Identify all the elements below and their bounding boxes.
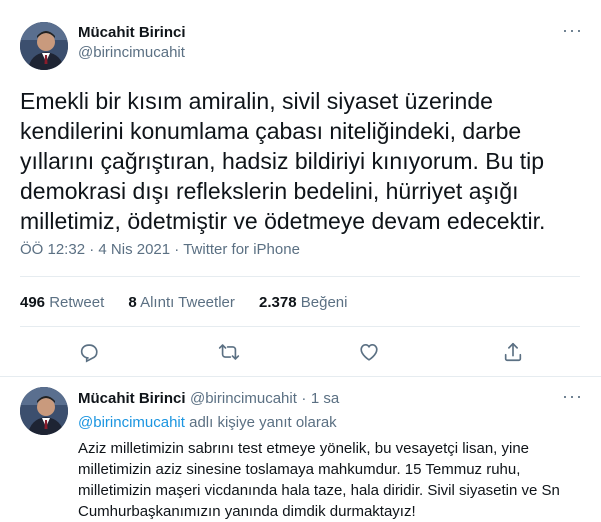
reply-text-line: milletimizin aziz sinesine toslamaya mah…	[78, 461, 521, 478]
reply-icon[interactable]	[78, 341, 100, 363]
more-options-icon[interactable]: ···	[562, 20, 583, 41]
quotes-stat[interactable]: 8 Alıntı Tweetler	[128, 294, 234, 311]
avatar-image	[20, 22, 68, 70]
tweet-text-line: kendilerini konumlama çabası niteliğinde…	[20, 118, 522, 144]
reply-avatar[interactable]	[20, 387, 68, 435]
author-handle[interactable]: @birincimucahit	[78, 44, 185, 61]
tweet-stats: 496 Retweet 8 Alıntı Tweetler 2.378 Beğe…	[20, 294, 367, 311]
quotes-count: 8	[128, 294, 137, 311]
tweet-text: Emekli bir kısım amiralin, sivil siyaset…	[20, 86, 580, 236]
meta-separator: ·	[89, 241, 95, 258]
divider	[20, 326, 580, 327]
author-name[interactable]: Mücahit Birinci	[78, 24, 186, 41]
tweet-text-line: milletimiz, ödetmiştir ve ödetmeye devam…	[20, 208, 546, 234]
replying-to-handle[interactable]: @birincimucahit	[78, 414, 185, 431]
reply-author-handle[interactable]: @birincimucahit	[190, 390, 297, 407]
tweet-date[interactable]: 4 Nis 2021	[98, 241, 170, 258]
divider	[0, 376, 601, 377]
tweet-text-line: Emekli bir kısım amiralin, sivil siyaset…	[20, 88, 493, 114]
replying-to-suffix: adlı kişiye yanıt olarak	[189, 414, 337, 431]
tweet-text-line: yıllarını çağrıştıran, hadsiz bildiriyi …	[20, 148, 545, 174]
retweets-count: 496	[20, 294, 46, 311]
tweet-meta: ÖÖ 12:32 · 4 Nis 2021 · Twitter for iPho…	[20, 241, 300, 258]
reply-text-line: Aziz milletimizin sabrını test etmeye yö…	[78, 440, 530, 457]
reply-time[interactable]: 1 sa	[311, 390, 339, 407]
avatar-image	[20, 387, 68, 435]
reply-header: Mücahit Birinci @birincimucahit · 1 sa	[78, 390, 339, 408]
divider	[20, 276, 580, 277]
replying-to: @birincimucahit adlı kişiye yanıt olarak	[78, 414, 337, 431]
reply-text: Aziz milletimizin sabrını test etmeye yö…	[78, 438, 578, 522]
reply-text-line: Cumhurbaşkanımızın yanında dimdik durmak…	[78, 503, 416, 520]
quotes-label: Alıntı Tweetler	[140, 294, 235, 311]
reply-author-name[interactable]: Mücahit Birinci	[78, 390, 186, 407]
share-icon[interactable]	[502, 341, 524, 363]
tweet-time[interactable]: ÖÖ 12:32	[20, 241, 85, 258]
reply-more-options-icon[interactable]: ···	[562, 386, 583, 407]
retweet-icon[interactable]	[218, 341, 240, 363]
like-icon[interactable]	[358, 341, 380, 363]
likes-label: Beğeni	[300, 294, 348, 311]
reply-text-line: milletimizin maşeri vicdanında hala taze…	[78, 482, 560, 499]
meta-separator: ·	[174, 241, 180, 258]
likes-count: 2.378	[259, 294, 297, 311]
retweets-stat[interactable]: 496 Retweet	[20, 294, 104, 311]
avatar[interactable]	[20, 22, 68, 70]
tweet-text-line: demokrasi dışı reflekslerin bedelini, hü…	[20, 178, 519, 204]
retweets-label: Retweet	[49, 294, 105, 311]
meta-separator: ·	[301, 390, 307, 407]
tweet-source[interactable]: Twitter for iPhone	[183, 241, 300, 258]
likes-stat[interactable]: 2.378 Beğeni	[259, 294, 347, 311]
